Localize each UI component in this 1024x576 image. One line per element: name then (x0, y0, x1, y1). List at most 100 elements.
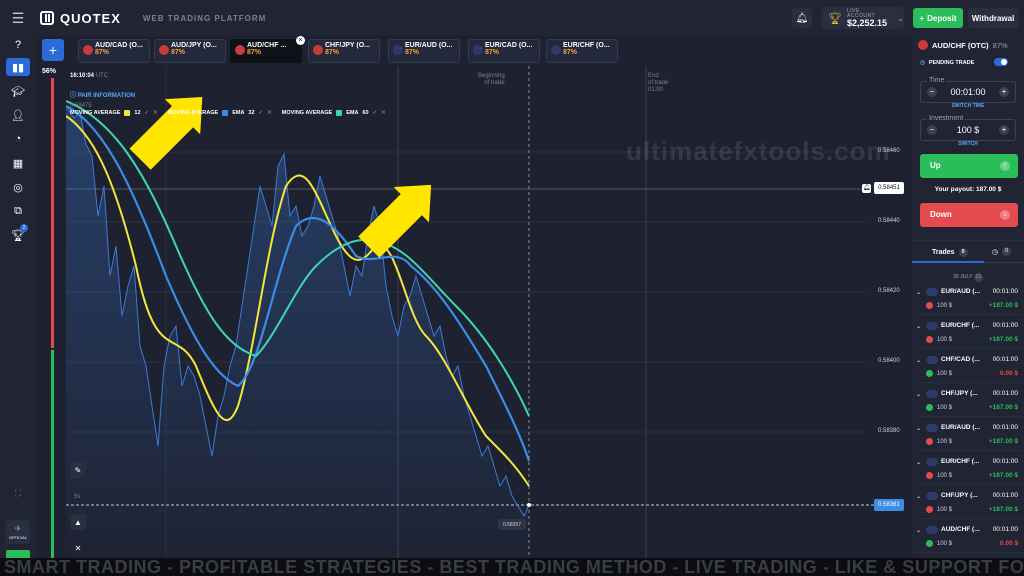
label-line: Beginning (478, 73, 505, 79)
signals-icon[interactable]: ◎ (6, 178, 30, 196)
trophy-icon: 🏆︎ (828, 12, 842, 25)
indicator-color (222, 110, 229, 116)
investment-field[interactable]: Investment − 100 $ + (920, 115, 1016, 141)
pair-info-label: PAIR INFORMATION (77, 93, 136, 99)
support-button[interactable] (6, 550, 30, 558)
education-icon[interactable]: 🎓︎ (6, 82, 30, 100)
asset-tab[interactable]: AUD/CAD (O... 87% (78, 39, 150, 63)
asset-tab[interactable]: EUR/AUD (O... 87% (388, 39, 460, 63)
direction-icon (926, 336, 933, 343)
trade-amount: 100 $ (937, 370, 953, 377)
trades-header: Trades 0 ◷ 0 (912, 241, 1024, 263)
asset-tab[interactable]: AUD/JPY (O... 87% (154, 39, 226, 63)
fullscreen-icon[interactable]: ⛶ (6, 484, 30, 502)
chevron-down-icon[interactable]: ⌄ (916, 391, 921, 398)
sentiment-up (51, 350, 54, 558)
indicator-ma-12[interactable]: MOVING AVERAGE 12 ✓ ✕ (70, 110, 158, 116)
chevron-down-icon[interactable]: ⌄ (916, 527, 921, 534)
chevron-down-icon[interactable]: ⌄ (916, 493, 921, 500)
pair-information-link[interactable]: ⓘ PAIR INFORMATION (70, 90, 135, 99)
remove-icon[interactable]: ✕ (381, 110, 386, 116)
timeframe-label[interactable]: 5s (74, 494, 80, 500)
indicator-ema-60[interactable]: MOVING AVERAGE EMA 60 ✓ ✕ (282, 110, 386, 116)
plus-icon[interactable]: + (999, 125, 1009, 135)
bonus-icon[interactable]: ⧉ (6, 202, 30, 220)
indicator-name: MOVING AVERAGE (70, 110, 121, 116)
profile-icon[interactable]: 👤︎ (6, 106, 30, 124)
pending-trade-toggle[interactable] (994, 58, 1008, 66)
trade-row[interactable]: ⌄ EUR/CHF (... 00:01:00 100 $ +187.00 $ (916, 319, 1022, 349)
analytics-icon[interactable]: ◔ (6, 130, 30, 148)
asset-tab-active[interactable]: AUD/CHF ... 87% × (230, 36, 305, 63)
remove-icon[interactable]: ✕ (153, 110, 158, 116)
plus-icon: + (919, 13, 925, 23)
selected-asset[interactable]: AUD/CHF (OTC) 87% (918, 40, 1008, 50)
direction-icon (926, 370, 933, 377)
notification-bell-icon[interactable]: 🔔︎ (792, 8, 812, 28)
trade-row[interactable]: ⌄ AUD/CHF (... 00:01:00 100 $ 0.00 $ (916, 523, 1022, 553)
tab-trades[interactable]: Trades 0 (932, 248, 968, 257)
tab-payout: 87% (563, 49, 578, 56)
official-telegram-button[interactable]: ✈ OFFICIAL (6, 520, 30, 544)
plus-icon[interactable]: + (999, 87, 1009, 97)
logo[interactable]: QUOTEX (40, 11, 121, 26)
trade-row[interactable]: ⌄ CHF/JPY (... 00:01:00 100 $ +187.00 $ (916, 387, 1022, 417)
help-icon[interactable]: ? (6, 36, 30, 54)
arrow-up-icon: ↑ (1000, 161, 1010, 171)
trade-row[interactable]: ⌄ EUR/AUD (... 00:01:00 100 $ +187.00 $ (916, 285, 1022, 315)
edit-icon[interactable]: ✓ (145, 110, 150, 116)
deposit-button[interactable]: + Deposit (913, 8, 963, 28)
account-selector[interactable]: 🏆︎ LIVE ACCOUNT $2,252.15 ⌄ (822, 7, 904, 29)
remove-icon[interactable]: ✕ (267, 110, 272, 116)
chevron-down-icon[interactable]: ⌄ (916, 459, 921, 466)
tools-icon[interactable]: ✕ (70, 540, 86, 556)
price-alert-bell-icon[interactable]: 🔔︎ (862, 184, 871, 193)
clock-icon: ◷ (992, 248, 999, 256)
edit-icon[interactable]: ✓ (373, 110, 378, 116)
official-label: OFFICIAL (8, 535, 27, 540)
flag-icon (926, 424, 938, 432)
asset-tab[interactable]: CHF/JPY (O... 87% (308, 39, 380, 63)
trade-payout: +187.00 $ (988, 302, 1018, 309)
menu-icon[interactable]: ☰ (0, 0, 36, 36)
edit-icon[interactable]: ✓ (259, 110, 264, 116)
trade-row[interactable]: ⌄ CHF/JPY (... 00:01:00 100 $ +187.00 $ (916, 489, 1022, 519)
asset-tab[interactable]: EUR/CHF (O... 87% (546, 39, 618, 63)
indicator-name: MOVING AVERAGE (281, 110, 333, 116)
chart-icon[interactable]: ▮▮ (6, 58, 30, 76)
chart-type-icon[interactable]: ▲ (70, 514, 86, 530)
trade-row[interactable]: ⌄ EUR/AUD (... 00:01:00 100 $ +187.00 $ (916, 421, 1022, 451)
indicator-type: EMA (232, 110, 245, 116)
trade-pair: CHF/JPY (... (941, 492, 978, 499)
switch-time-link[interactable]: SWITCH TIME (912, 103, 1024, 109)
indicator-ema-32[interactable]: MOVING AVERAGE EMA 32 ✓ ✕ (168, 110, 272, 116)
asset-tab[interactable]: EUR/CAD (O... 87% (468, 39, 540, 63)
chevron-down-icon[interactable]: ⌄ (916, 289, 921, 296)
trades-date: 30 JULY 13 (912, 273, 1024, 282)
tournament-icon[interactable]: 🏆︎ 2 (6, 224, 30, 244)
trade-duration: 00:01:00 (992, 288, 1018, 295)
draw-tool-pencil-icon[interactable]: ✎ (70, 462, 86, 478)
switch-link[interactable]: SWITCH (912, 141, 1024, 147)
label-line: 01:00 (648, 87, 664, 93)
trade-amount-wrap: 100 $ (926, 336, 952, 343)
chevron-down-icon[interactable]: ⌄ (916, 323, 921, 330)
add-asset-button[interactable]: + (42, 39, 64, 61)
chevron-down-icon[interactable]: ⌄ (916, 357, 921, 364)
deposit-label: Deposit (927, 13, 957, 23)
time-field[interactable]: Time − 00:01:00 + (920, 77, 1016, 103)
chevron-down-icon[interactable]: ⌄ (916, 425, 921, 432)
indicator-period: 32 (248, 110, 255, 116)
tab-pending[interactable]: ◷ 0 (992, 247, 1012, 256)
asset-tabs: + AUD/CAD (O... 87% AUD/JPY (O... 87% AUD/… (42, 36, 912, 63)
trade-row[interactable]: ⌄ EUR/CHF (... 00:01:00 100 $ +187.00 $ (916, 455, 1022, 485)
market-icon[interactable]: ▦ (6, 154, 30, 172)
withdrawal-button[interactable]: Withdrawal (968, 8, 1018, 28)
direction-icon (926, 540, 933, 547)
down-button[interactable]: Down ↓ (920, 203, 1018, 227)
up-button[interactable]: Up ↑ (920, 154, 1018, 178)
trade-row[interactable]: ⌄ CHF/CAD (... 00:01:00 100 $ 0.00 $ (916, 353, 1022, 383)
close-icon[interactable]: × (296, 36, 305, 45)
notification-count: 2 (20, 224, 28, 232)
tab-payout: 87% (247, 49, 262, 56)
